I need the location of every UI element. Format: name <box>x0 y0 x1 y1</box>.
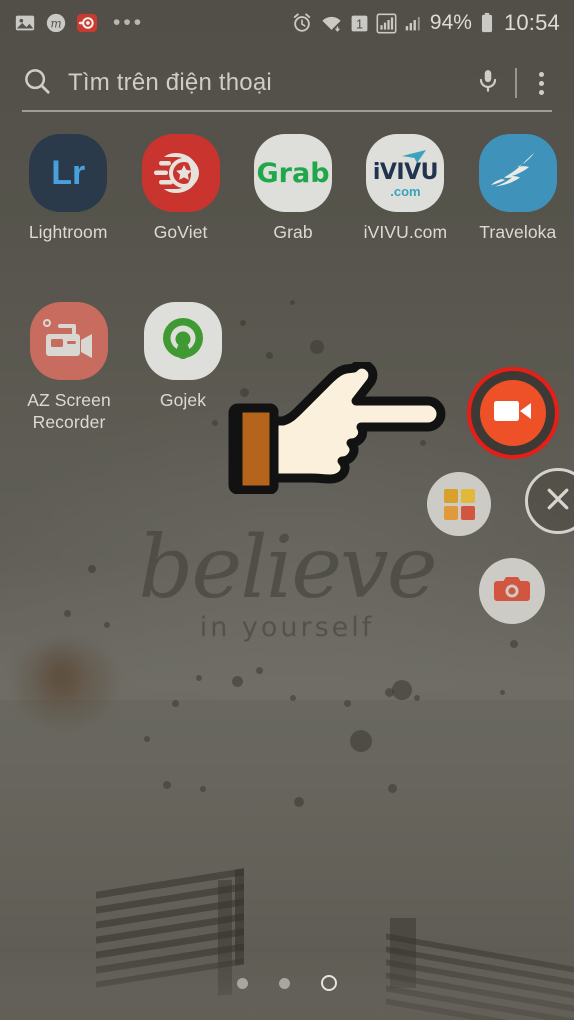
record-button[interactable] <box>467 367 559 459</box>
pointing-hand-cursor <box>228 359 466 495</box>
close-x-icon <box>543 484 573 519</box>
hand-pointing-right-icon <box>228 359 446 495</box>
az-floating-controls <box>0 0 574 1020</box>
close-button[interactable] <box>525 468 574 534</box>
record-button-inner <box>480 380 546 446</box>
screenshot-camera-button[interactable] <box>479 558 545 624</box>
video-camera-icon <box>494 398 532 429</box>
camera-icon <box>494 574 530 609</box>
